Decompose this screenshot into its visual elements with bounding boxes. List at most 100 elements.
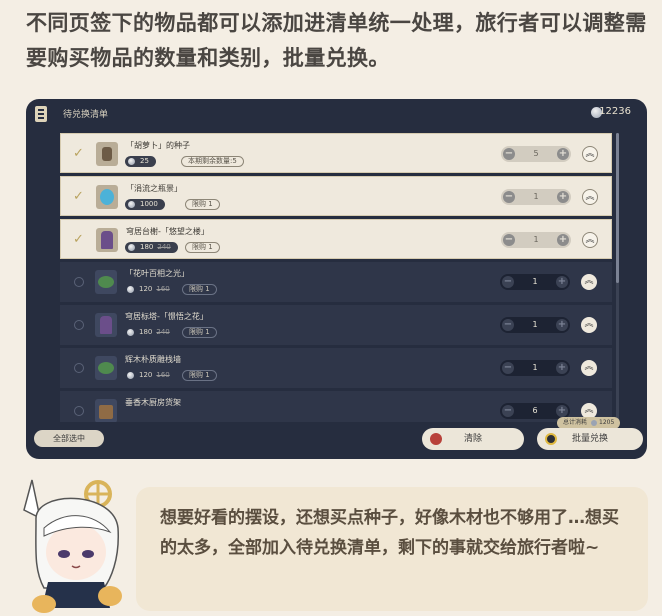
checkbox[interactable]: [74, 320, 84, 330]
double-chevron-up-icon[interactable]: ︽: [582, 146, 598, 162]
check-icon[interactable]: ✓: [73, 232, 84, 247]
quantity-stepper[interactable]: − 1 +: [500, 317, 570, 333]
checkbox[interactable]: [74, 363, 84, 373]
list-icon: [35, 106, 47, 122]
item-name: 垂香木厨房货架: [125, 398, 181, 407]
paimon-illustration: [23, 479, 122, 613]
paimon-hand: [98, 586, 122, 606]
quantity-value: 1: [532, 277, 538, 286]
list-item[interactable]: ✓ 「涓流之瓶景」 1000 限购 1 − 1 + ︽: [60, 176, 612, 216]
dialogue-text: 想要好看的摆设，还想买点种子，好像木材也不够用了…想买的太多，全部加入待兑换清单…: [160, 508, 619, 558]
panel-title: 待兑换清单: [63, 110, 109, 120]
quantity-stepper[interactable]: − 1 +: [500, 274, 570, 290]
list-item[interactable]: ✓ 穹居台榭-「悠望之楼」 180 240 限购 1 − 1 + ︽: [60, 219, 612, 259]
clear-button[interactable]: 清除: [422, 428, 524, 450]
batch-redeem-button[interactable]: 批量兑换: [537, 428, 643, 450]
list-item[interactable]: 辉木朴质雕栈墙 120 160 限购 1 − 1 + ︽: [60, 348, 612, 388]
item-price: 180 240: [124, 327, 177, 338]
coin-icon: [128, 244, 135, 251]
minus-icon[interactable]: −: [503, 234, 515, 246]
double-chevron-up-icon[interactable]: ︽: [582, 189, 598, 205]
item-name: 辉木朴质雕栈墙: [125, 355, 181, 364]
plus-icon[interactable]: +: [557, 234, 569, 246]
item-thumbnail: [96, 142, 118, 166]
plus-icon[interactable]: +: [556, 276, 568, 288]
item-limit: 限购 1: [185, 242, 220, 253]
item-thumbnail: [96, 228, 118, 252]
list-item[interactable]: 垂香木厨房货架 − 6 + ︽: [60, 391, 612, 422]
quantity-stepper[interactable]: − 1 +: [501, 232, 571, 248]
coin-icon: [128, 201, 135, 208]
price-value: 1000: [140, 200, 158, 208]
item-price: 1000: [125, 199, 165, 210]
item-limit: 限购 1: [182, 284, 217, 295]
list-item[interactable]: 穹居标塔-「憬悟之花」 180 240 限购 1 − 1 + ︽: [60, 305, 612, 345]
quantity-stepper[interactable]: − 1 +: [500, 360, 570, 376]
total-value: 1205: [599, 419, 615, 426]
plus-icon[interactable]: +: [556, 362, 568, 374]
checkbox[interactable]: [74, 277, 84, 287]
quantity-value: 1: [532, 320, 538, 329]
item-price: 120 160: [124, 370, 177, 381]
plus-icon[interactable]: +: [556, 405, 568, 417]
minus-icon[interactable]: −: [503, 191, 515, 203]
paimon-face: [46, 524, 106, 580]
item-name: 「涓流之瓶景」: [126, 184, 182, 193]
item-thumbnail: [95, 313, 117, 337]
coin-icon: [128, 158, 135, 165]
plus-icon[interactable]: +: [556, 319, 568, 331]
quantity-stepper[interactable]: − 1 +: [501, 189, 571, 205]
item-thumbnail: [95, 399, 117, 422]
price-value: 180: [140, 243, 154, 251]
item-limit: 限购 1: [185, 199, 220, 210]
paimon-eye-left: [58, 550, 70, 558]
check-icon[interactable]: ✓: [73, 189, 84, 204]
exchange-list-panel: 待兑换清单 12236 ✓ 「胡萝卜」的种子 25 本期剩余数量:5 − 5 +…: [26, 99, 647, 459]
quantity-stepper[interactable]: − 5 +: [501, 146, 571, 162]
price-value: 120: [139, 371, 153, 379]
minus-icon[interactable]: −: [502, 276, 514, 288]
total-label: 总计消耗: [563, 419, 588, 426]
price-value: 120: [139, 285, 153, 293]
clear-label: 清除: [463, 434, 482, 444]
quantity-value: 6: [532, 406, 538, 415]
plus-icon[interactable]: +: [557, 148, 569, 160]
double-chevron-up-icon[interactable]: ︽: [581, 317, 597, 333]
minus-icon[interactable]: −: [502, 362, 514, 374]
minus-icon[interactable]: −: [502, 319, 514, 331]
paimon-eye-right: [82, 550, 94, 558]
double-chevron-up-icon[interactable]: ︽: [581, 274, 597, 290]
list-item[interactable]: 「花叶百相之光」 120 160 限购 1 − 1 + ︽: [60, 262, 612, 302]
item-limit: 本期剩余数量:5: [181, 156, 244, 167]
item-thumbnail: [95, 270, 117, 294]
checkbox[interactable]: [74, 406, 84, 416]
list-item[interactable]: ✓ 「胡萝卜」的种子 25 本期剩余数量:5 − 5 + ︽: [60, 133, 612, 173]
item-limit: 限购 1: [182, 370, 217, 381]
dialogue-bubble: 想要好看的摆设，还想买点种子，好像木材也不够用了…想买的太多，全部加入待兑换清单…: [136, 487, 648, 611]
select-all-button[interactable]: 全部选中: [34, 430, 104, 447]
original-price: 160: [156, 371, 170, 379]
paimon-hand: [32, 595, 56, 613]
double-chevron-up-icon[interactable]: ︽: [582, 232, 598, 248]
redeem-icon: [545, 433, 557, 445]
minus-icon[interactable]: −: [503, 148, 515, 160]
scrollbar-thumb[interactable]: [616, 133, 619, 283]
coin-icon: [591, 419, 598, 426]
panel-header: 待兑换清单 12236: [26, 99, 647, 129]
item-name: 穹居标塔-「憬悟之花」: [125, 312, 208, 321]
check-icon[interactable]: ✓: [73, 146, 84, 161]
scrollbar[interactable]: [616, 133, 619, 422]
quantity-value: 1: [533, 235, 539, 244]
intro-text: 不同页签下的物品都可以添加进清单统一处理，旅行者可以调整需要购买物品的数量和类别…: [26, 11, 647, 70]
quantity-value: 1: [532, 363, 538, 372]
item-thumbnail: [95, 356, 117, 380]
original-price: 240: [157, 243, 171, 251]
double-chevron-up-icon[interactable]: ︽: [581, 360, 597, 376]
minus-icon[interactable]: −: [502, 405, 514, 417]
plus-icon[interactable]: +: [557, 191, 569, 203]
price-value: 180: [139, 328, 153, 336]
item-price: 180 240: [125, 242, 178, 253]
item-list[interactable]: ✓ 「胡萝卜」的种子 25 本期剩余数量:5 − 5 + ︽ ✓ 「涓流之瓶景」…: [60, 133, 612, 422]
item-price: 25: [125, 156, 156, 167]
coin-icon: [127, 329, 134, 336]
